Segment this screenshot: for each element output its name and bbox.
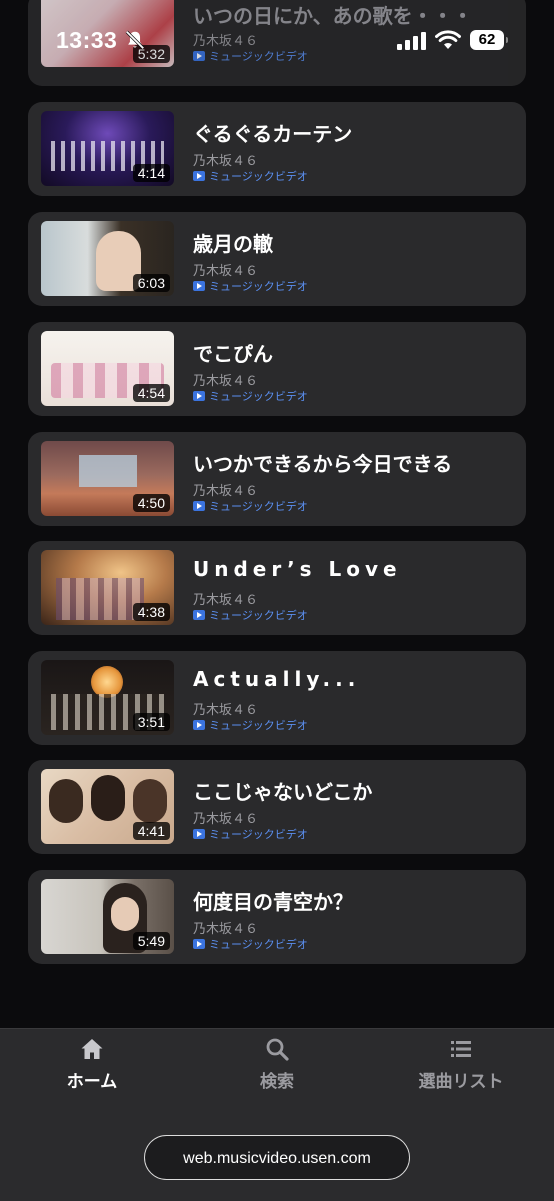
song-type: ミュージックビデオ	[193, 717, 308, 733]
song-title: 歳月の轍	[193, 232, 273, 256]
video-thumbnail: 4:50	[41, 441, 174, 516]
video-play-icon	[193, 391, 205, 401]
song-type: ミュージックビデオ	[193, 498, 308, 514]
song-artist: 乃木坂４６	[193, 703, 259, 718]
song-type: ミュージックビデオ	[193, 48, 308, 64]
video-thumbnail: 5:49	[41, 879, 174, 954]
song-artist: 乃木坂４６	[193, 154, 259, 169]
video-duration: 3:51	[132, 713, 170, 731]
search-icon	[266, 1038, 289, 1061]
video-play-icon	[193, 281, 205, 291]
song-artist: 乃木坂４６	[193, 484, 259, 499]
song-title: Actually...	[193, 667, 361, 691]
video-duration: 6:03	[132, 274, 170, 292]
song-type-label: ミュージックビデオ	[209, 390, 308, 403]
song-title: Under’s Love	[193, 557, 402, 581]
video-play-icon	[193, 720, 205, 730]
video-duration: 5:49	[132, 932, 170, 950]
song-artist: 乃木坂４６	[193, 812, 259, 827]
song-artist: 乃木坂４６	[193, 34, 259, 49]
video-play-icon	[193, 51, 205, 61]
video-thumbnail: 4:38	[41, 550, 174, 625]
song-title: いつかできるから今日できる	[193, 452, 453, 476]
video-duration: 4:14	[132, 164, 170, 182]
video-play-icon	[193, 939, 205, 949]
video-duration: 5:32	[132, 45, 170, 63]
song-title: 何度目の青空か？	[193, 890, 353, 914]
nav-home-label: ホーム	[66, 1072, 118, 1092]
song-type-label: ミュージックビデオ	[209, 170, 308, 183]
song-card[interactable]: 5:32 いつの日にか、あの歌を・・・ 乃木坂４６ ミュージックビデオ	[28, 0, 526, 86]
song-type: ミュージックビデオ	[193, 168, 308, 184]
song-card[interactable]: 4:54 でこぴん 乃木坂４６ ミュージックビデオ	[28, 322, 526, 416]
song-title: ぐるぐるカーテン	[193, 122, 353, 146]
video-play-icon	[193, 610, 205, 620]
song-type: ミュージックビデオ	[193, 607, 308, 623]
song-type: ミュージックビデオ	[193, 826, 308, 842]
song-type: ミュージックビデオ	[193, 278, 308, 294]
song-artist: 乃木坂４６	[193, 374, 259, 389]
video-thumbnail: 5:32	[41, 0, 174, 67]
song-type-label: ミュージックビデオ	[209, 938, 308, 951]
video-duration: 4:38	[132, 603, 170, 621]
song-card[interactable]: 4:14 ぐるぐるカーテン 乃木坂４６ ミュージックビデオ	[28, 102, 526, 196]
song-type-label: ミュージックビデオ	[209, 719, 308, 732]
video-thumbnail: 3:51	[41, 660, 174, 735]
nav-playlist[interactable]: 選曲リスト	[391, 1037, 531, 1097]
home-icon	[81, 1039, 103, 1059]
song-title: いつの日にか、あの歌を・・・	[193, 4, 473, 28]
song-type: ミュージックビデオ	[193, 388, 308, 404]
video-play-icon	[193, 501, 205, 511]
video-thumbnail: 6:03	[41, 221, 174, 296]
video-duration: 4:41	[132, 822, 170, 840]
video-thumbnail: 4:41	[41, 769, 174, 844]
song-title: でこぴん	[193, 342, 273, 366]
nav-search-label: 検索	[260, 1072, 294, 1092]
song-type-label: ミュージックビデオ	[209, 500, 308, 513]
video-duration: 4:50	[132, 494, 170, 512]
song-artist: 乃木坂４６	[193, 922, 259, 937]
song-type-label: ミュージックビデオ	[209, 280, 308, 293]
song-type-label: ミュージックビデオ	[209, 50, 308, 63]
browser-url-bar[interactable]: web.musicvideo.usen.com	[144, 1135, 410, 1180]
list-icon	[451, 1041, 471, 1057]
song-title: ここじゃないどこか	[193, 780, 373, 804]
song-card[interactable]: 3:51 Actually... 乃木坂４６ ミュージックビデオ	[28, 651, 526, 745]
song-type: ミュージックビデオ	[193, 936, 308, 952]
song-card[interactable]: 5:49 何度目の青空か？ 乃木坂４６ ミュージックビデオ	[28, 870, 526, 964]
song-type-label: ミュージックビデオ	[209, 828, 308, 841]
nav-search[interactable]: 検索	[207, 1037, 347, 1097]
video-thumbnail: 4:54	[41, 331, 174, 406]
song-card[interactable]: 4:41 ここじゃないどこか 乃木坂４６ ミュージックビデオ	[28, 760, 526, 854]
song-artist: 乃木坂４６	[193, 593, 259, 608]
video-thumbnail: 4:14	[41, 111, 174, 186]
song-artist: 乃木坂４６	[193, 264, 259, 279]
nav-playlist-label: 選曲リスト	[418, 1072, 504, 1092]
video-play-icon	[193, 171, 205, 181]
song-card[interactable]: 6:03 歳月の轍 乃木坂４６ ミュージックビデオ	[28, 212, 526, 306]
nav-home[interactable]: ホーム	[22, 1037, 162, 1097]
song-type-label: ミュージックビデオ	[209, 609, 308, 622]
song-card[interactable]: 4:50 いつかできるから今日できる 乃木坂４６ ミュージックビデオ	[28, 432, 526, 526]
song-card[interactable]: 4:38 Under’s Love 乃木坂４６ ミュージックビデオ	[28, 541, 526, 635]
video-duration: 4:54	[132, 384, 170, 402]
video-play-icon	[193, 829, 205, 839]
